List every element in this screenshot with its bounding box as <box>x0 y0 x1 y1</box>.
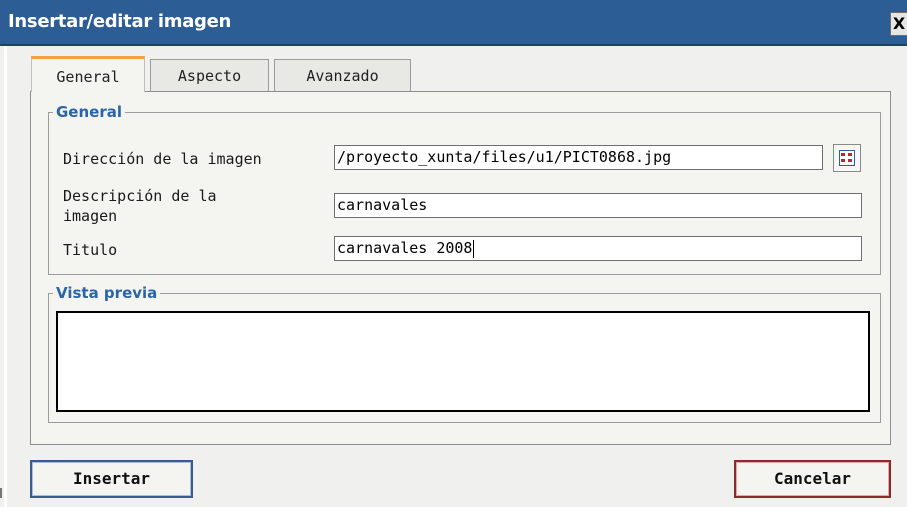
tab-aspecto-label: Aspecto <box>177 67 242 85</box>
tab-avanzado[interactable]: Avanzado <box>274 59 411 91</box>
dialog-titlebar: Insertar/editar imagen <box>0 0 907 46</box>
browse-grid-icon <box>839 150 855 166</box>
title-input[interactable]: carnavales 2008 <box>334 236 862 261</box>
description-label: Descripción de la imagen <box>63 186 217 226</box>
image-url-value: /proyecto_xunta/files/u1/PICT0868.jpg <box>337 148 672 166</box>
browse-button[interactable] <box>833 144 861 172</box>
close-button[interactable]: X <box>890 12 907 36</box>
description-value: carnavales <box>337 196 428 214</box>
tab-avanzado-label: Avanzado <box>306 67 379 85</box>
insert-button[interactable]: Insertar <box>30 460 193 498</box>
dialog-title: Insertar/editar imagen <box>8 11 232 32</box>
description-label-line1: Descripción de la <box>63 187 217 205</box>
image-url-input[interactable]: /proyecto_xunta/files/u1/PICT0868.jpg <box>334 145 823 170</box>
preview-legend: Vista previa <box>56 284 158 302</box>
dialog-left-edge <box>4 46 7 507</box>
tab-aspecto[interactable]: Aspecto <box>150 59 269 91</box>
general-legend: General <box>56 103 122 121</box>
edge-tick <box>0 488 2 498</box>
cancel-button[interactable]: Cancelar <box>734 460 891 498</box>
description-input[interactable]: carnavales <box>334 193 862 218</box>
title-label: Titulo <box>63 241 118 259</box>
tab-general-label: General <box>56 68 120 86</box>
title-value: carnavales 2008 <box>337 239 473 257</box>
preview-area <box>56 311 870 412</box>
description-label-line2: imagen <box>63 207 118 225</box>
text-caret <box>473 239 475 258</box>
tab-general[interactable]: General <box>31 56 145 92</box>
image-url-label: Dirección de la imagen <box>63 150 262 168</box>
